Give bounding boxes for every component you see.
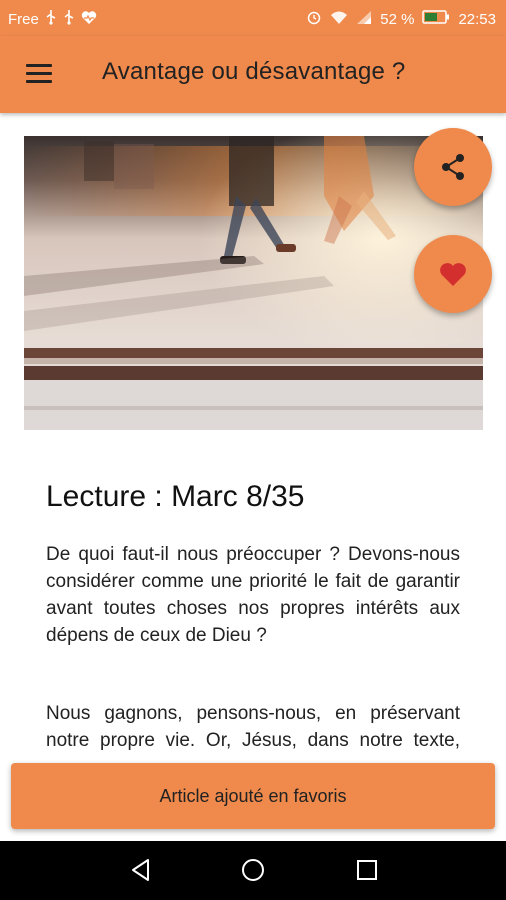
article-paragraph: De quoi faut-il nous préoccuper ? Devons… bbox=[46, 544, 460, 646]
status-bar: Free 52 % 22:53 bbox=[0, 0, 506, 36]
share-button[interactable] bbox=[414, 128, 492, 206]
home-icon bbox=[242, 859, 264, 881]
page-title: Avantage ou désavantage ? bbox=[102, 58, 406, 85]
navigation-bar bbox=[0, 841, 506, 900]
snackbar: Article ajouté en favoris bbox=[11, 763, 495, 829]
recents-button[interactable] bbox=[354, 857, 380, 888]
article-title: Lecture : Marc 8/35 bbox=[46, 480, 305, 513]
favorite-button[interactable] bbox=[414, 235, 492, 313]
back-icon bbox=[132, 859, 149, 881]
menu-icon[interactable] bbox=[26, 64, 52, 84]
home-button[interactable] bbox=[240, 857, 266, 888]
recents-icon bbox=[357, 860, 377, 880]
battery-icon bbox=[422, 10, 450, 28]
alarm-icon bbox=[306, 9, 322, 29]
status-right: 52 % 22:53 bbox=[306, 9, 496, 29]
signal-icon bbox=[356, 10, 372, 29]
health-heart-icon bbox=[81, 10, 97, 29]
app-bar: Avantage ou désavantage ? bbox=[0, 36, 506, 113]
battery-label: 52 % bbox=[380, 10, 415, 28]
clock-label: 22:53 bbox=[458, 10, 496, 28]
status-left: Free bbox=[8, 9, 97, 29]
heart-icon bbox=[440, 263, 466, 286]
snackbar-message: Article ajouté en favoris bbox=[159, 785, 347, 806]
share-icon bbox=[442, 154, 464, 180]
back-button[interactable] bbox=[128, 857, 154, 888]
carrier-label: Free bbox=[8, 10, 39, 28]
usb-icon bbox=[45, 9, 57, 29]
wifi-icon bbox=[330, 10, 348, 29]
usb-icon bbox=[63, 9, 75, 29]
